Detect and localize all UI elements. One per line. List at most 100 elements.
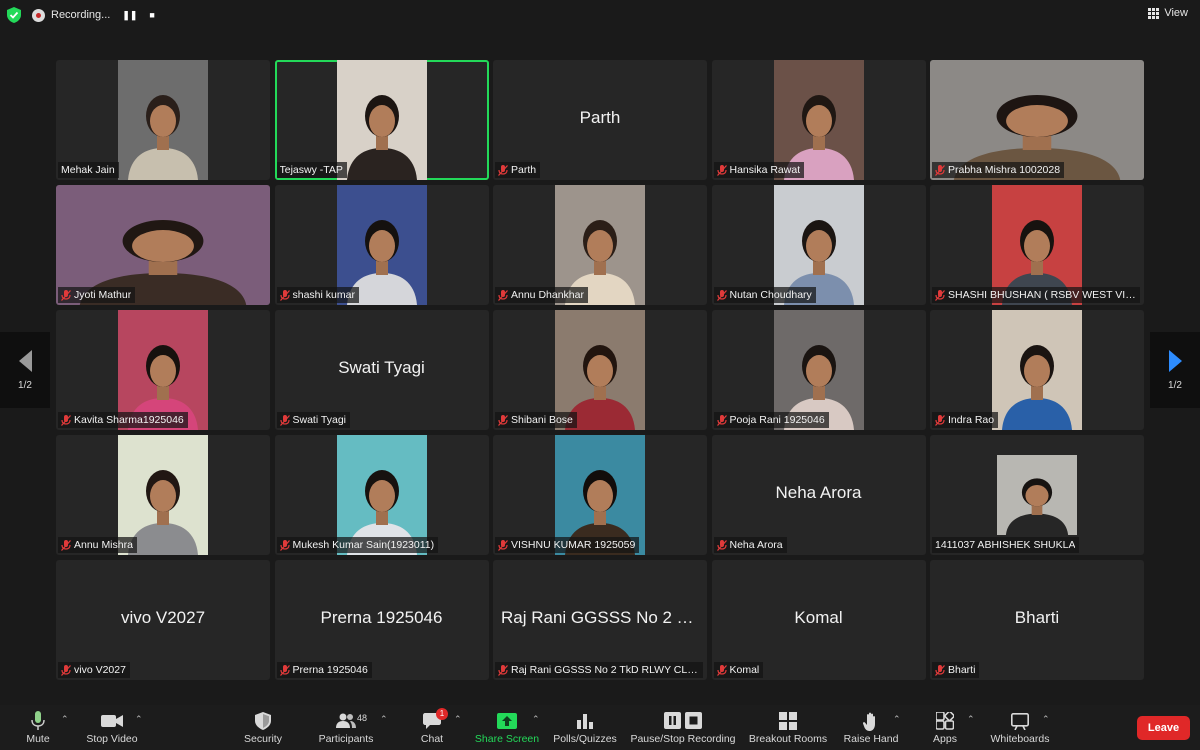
participant-name-tag: Komal [713,662,764,678]
page-indicator-right: 1/2 [1168,379,1182,391]
participant-name-tag: Tejaswy -TAP [276,162,347,178]
muted-microphone-icon [716,664,727,676]
participant-tile[interactable]: Prerna 1925046 Prerna 1925046 [274,560,489,680]
apps-button[interactable]: Apps [930,705,960,750]
participant-tile[interactable]: Bharti Bharti [930,560,1144,680]
participant-tile[interactable]: Neha Arora Neha Arora [711,435,926,555]
muted-microphone-icon [279,539,290,551]
participants-icon: 48 [335,711,367,731]
participant-tile[interactable]: Komal Komal [711,560,926,680]
participant-tile[interactable]: vivo V2027 vivo V2027 [56,560,270,680]
arrow-left-icon [18,349,32,372]
share-screen-button[interactable]: Share Screen [475,705,539,750]
participant-name: vivo V2027 [74,664,126,676]
pause-recording-icon[interactable]: ❚❚ [122,10,137,21]
muted-microphone-icon [716,289,727,301]
participant-display-name: Komal [794,608,843,627]
participant-tile[interactable]: Annu Mishra [56,435,270,555]
participant-tile[interactable]: Nutan Choudhary [711,185,926,305]
chat-button[interactable]: 1 Chat [418,705,448,750]
muted-microphone-icon [279,289,290,301]
shield-icon [255,711,271,731]
security-button[interactable]: Security [242,705,284,750]
participant-name-tag: Pooja Rani 1925046 [713,412,829,428]
participant-tile[interactable]: Parth Parth [493,60,707,180]
participant-name-tag: Annu Mishra [58,537,137,553]
previous-page-button[interactable]: 1/2 [0,332,50,408]
recording-dot-icon [32,8,45,22]
mute-label: Mute [26,733,50,745]
grid-view-icon [1148,7,1160,19]
participant-tile[interactable]: Mehak Jain [56,60,270,180]
participant-tile[interactable]: VISHNU KUMAR 1925059 [493,435,707,555]
muted-microphone-icon [498,289,508,301]
share-options-caret-icon[interactable]: ⌃ [532,714,540,725]
mute-button[interactable]: Mute [21,705,55,750]
muted-microphone-icon [935,289,945,301]
participant-tile[interactable]: Hansika Rawat [711,60,926,180]
muted-microphone-icon [498,539,508,551]
participants-button[interactable]: 48 Participants [316,705,376,750]
breakout-rooms-icon [779,711,797,731]
chat-unread-badge: 1 [436,708,448,720]
raise-hand-button[interactable]: Raise Hand [842,705,900,750]
participant-tile[interactable]: Shibani Bose [493,310,707,430]
pause-stop-recording-button[interactable]: Pause/Stop Recording [630,705,736,750]
reactions-caret-icon[interactable]: ⌃ [893,714,901,725]
participant-tile[interactable]: Jyoti Mathur [56,185,270,305]
leave-button[interactable]: Leave [1137,716,1190,740]
stop-recording-icon[interactable]: ■ [149,10,154,20]
participant-tile[interactable]: Mukesh Kumar Sain(1923011) [274,435,489,555]
muted-microphone-icon [279,414,290,426]
participant-name-tag: Indra Rao [932,412,999,428]
participant-tile[interactable]: Pooja Rani 1925046 [711,310,926,430]
raise-hand-label: Raise Hand [843,733,899,745]
apps-options-caret-icon[interactable]: ⌃ [967,714,975,725]
view-label: View [1164,7,1188,19]
participant-display-name: vivo V2027 [120,608,206,627]
participant-tile[interactable]: Swati Tyagi Swati Tyagi [274,310,489,430]
participant-tile[interactable]: Annu Dhankhar [493,185,707,305]
participant-tile[interactable]: 1411037 ABHISHEK SHUKLA [930,435,1144,555]
share-screen-label: Share Screen [474,733,540,745]
participant-name: SHASHI BHUSHAN ( RSBV WEST VINOD NAGAR) [948,289,1136,301]
share-screen-icon [497,711,517,731]
participant-name: Komal [729,664,760,676]
participant-name: Shibani Bose [511,414,573,426]
participant-tile[interactable]: Tejaswy -TAP [274,60,489,180]
breakout-rooms-button[interactable]: Breakout Rooms [748,705,828,750]
participant-name: Pooja Rani 1925046 [729,414,825,426]
participants-label: Participants [318,733,374,745]
page-indicator-left: 1/2 [18,379,32,391]
video-camera-icon [101,711,123,731]
participant-name: Prerna 1925046 [292,664,368,676]
participant-tile[interactable]: Prabha Mishra 1002028 [930,60,1144,180]
participant-tile[interactable]: Kavita Sharma1925046 [56,310,270,430]
security-shield-icon[interactable] [7,7,21,23]
next-page-button[interactable]: 1/2 [1150,332,1200,408]
muted-microphone-icon [61,664,71,676]
video-options-caret-icon[interactable]: ⌃ [135,714,143,725]
muted-microphone-icon [61,289,71,301]
participant-tile[interactable]: Raj Rani GGSSS No 2 Tk... Raj Rani GGSSS … [493,560,707,680]
participant-display-name: Raj Rani GGSSS No 2 Tk... [501,608,707,627]
participant-name: Parth [511,164,537,176]
participant-tile[interactable]: SHASHI BHUSHAN ( RSBV WEST VINOD NAGAR) [930,185,1144,305]
recording-controls-icon [664,711,702,731]
hand-icon [863,711,879,731]
security-label: Security [244,733,282,745]
participant-name: 1411037 ABHISHEK SHUKLA [935,539,1076,551]
whiteboards-options-caret-icon[interactable]: ⌃ [1042,714,1050,725]
video-feed [336,60,427,180]
chat-options-caret-icon[interactable]: ⌃ [454,714,462,725]
whiteboard-icon [1011,711,1029,731]
participant-tile[interactable]: Indra Rao [930,310,1144,430]
stop-video-button[interactable]: Stop Video [84,705,140,750]
whiteboards-button[interactable]: Whiteboards [988,705,1052,750]
polls-quizzes-button[interactable]: Polls/Quizzes [552,705,618,750]
view-button[interactable]: View [1148,7,1188,19]
participant-tile[interactable]: shashi kumar [274,185,489,305]
audio-options-caret-icon[interactable]: ⌃ [61,714,69,725]
participants-options-caret-icon[interactable]: ⌃ [380,714,388,725]
participant-name-tag: Prerna 1925046 [276,662,372,678]
